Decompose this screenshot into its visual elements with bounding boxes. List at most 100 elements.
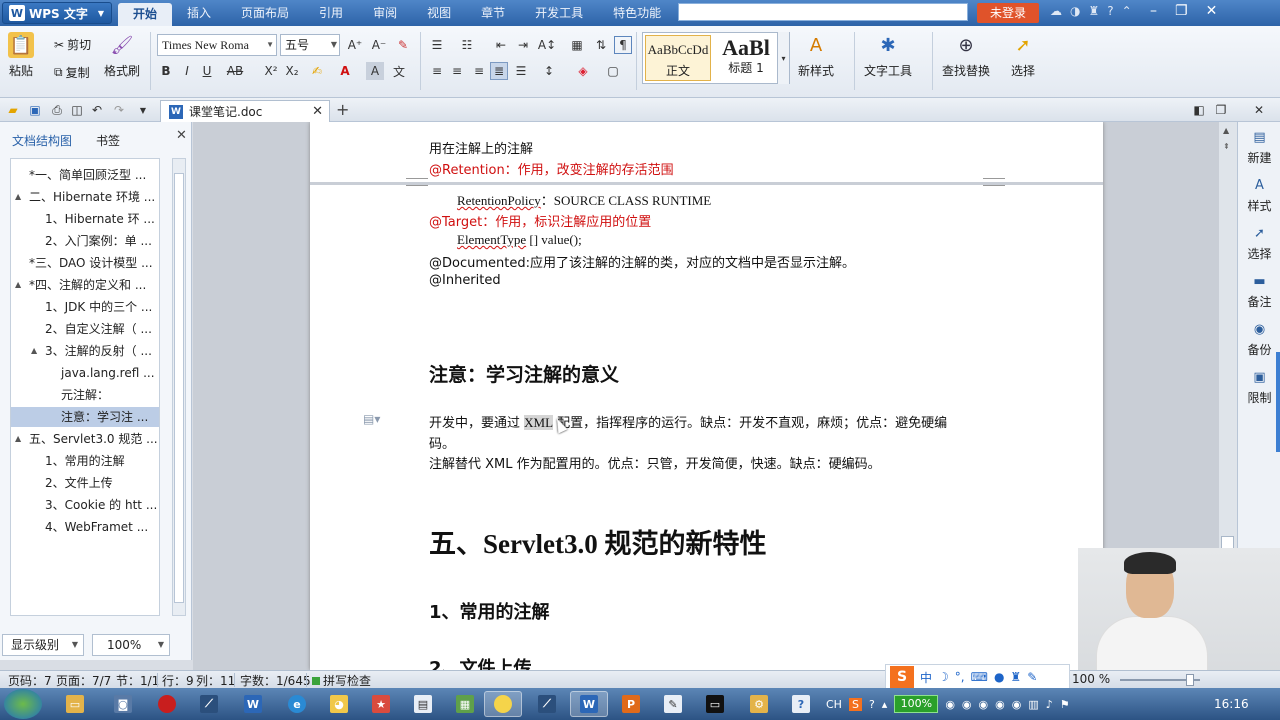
- taskbar-app-17[interactable]: ⚙: [740, 691, 778, 717]
- task-restrict[interactable]: ▣ 限制: [1238, 370, 1280, 406]
- taskbar-explorer[interactable]: ▭: [56, 691, 94, 717]
- nav-item[interactable]: 1、Hibernate 环 ...: [11, 209, 159, 229]
- phonetic-icon[interactable]: 文: [390, 62, 408, 80]
- ime-mode[interactable]: 中: [920, 669, 932, 686]
- copy-button[interactable]: ⧉ 复制: [54, 64, 90, 81]
- taskbar-app-12[interactable]: ⟋: [528, 691, 566, 717]
- task-select[interactable]: ➚ 选择: [1238, 226, 1280, 262]
- punctuation-icon[interactable]: °,: [955, 670, 965, 684]
- cut-button[interactable]: ✂ 剪切: [54, 36, 91, 53]
- close-doc-icon[interactable]: ✕: [1250, 101, 1268, 119]
- nav-item[interactable]: java.lang.refl ...: [11, 363, 159, 383]
- taskbar-app-9[interactable]: ▤: [404, 691, 442, 717]
- nav-item[interactable]: 1、常用的注解: [11, 451, 159, 471]
- cloud-icon[interactable]: ☁: [1050, 4, 1062, 18]
- sogou-logo-icon[interactable]: S: [890, 666, 914, 688]
- strikethrough-icon[interactable]: AB: [226, 62, 244, 80]
- taskbar-app-3[interactable]: [148, 691, 186, 717]
- language-indicator[interactable]: CH: [826, 698, 842, 711]
- grow-font-icon[interactable]: A⁺: [346, 36, 364, 54]
- restore-icon[interactable]: ❐: [1175, 3, 1188, 19]
- battery-indicator[interactable]: 100%: [894, 695, 939, 713]
- nav-item[interactable]: 2、文件上传: [11, 473, 159, 493]
- menu-insert[interactable]: 插入: [172, 0, 226, 26]
- justify-icon[interactable]: ≣: [490, 62, 508, 80]
- scrollbar-thumb[interactable]: [174, 173, 184, 603]
- nav-item[interactable]: ▲ *四、注解的定义和 ...: [11, 275, 159, 295]
- tile-doc-icon[interactable]: ❐: [1212, 101, 1230, 119]
- wrench-icon[interactable]: ✎: [1027, 670, 1037, 684]
- nav-item[interactable]: *一、简单回顾泛型 ...: [11, 165, 159, 185]
- align-right-icon[interactable]: ≡: [470, 62, 488, 80]
- status-words[interactable]: 字数：1/645: [240, 672, 311, 689]
- taskbar-word[interactable]: W: [234, 691, 272, 717]
- undo-icon[interactable]: ↶: [88, 101, 106, 119]
- numbered-list-icon[interactable]: ☷: [458, 36, 476, 54]
- taskbar-app-11[interactable]: [484, 691, 522, 717]
- network-icon[interactable]: ▥: [1028, 698, 1038, 711]
- scroll-up-icon[interactable]: ▲: [1223, 126, 1229, 135]
- customize-toolbar-icon[interactable]: ▼: [134, 101, 152, 119]
- login-button[interactable]: 未登录: [977, 3, 1039, 23]
- command-search-input[interactable]: [678, 3, 968, 21]
- taskbar-app-2[interactable]: ◙: [104, 691, 142, 717]
- menu-references[interactable]: 引用: [304, 0, 358, 26]
- shirt-icon[interactable]: ♜: [1088, 4, 1099, 18]
- tray-app-icon[interactable]: ◉: [1012, 698, 1022, 711]
- restore-doc-icon[interactable]: ◧: [1190, 101, 1208, 119]
- sogou-tray-icon[interactable]: S: [848, 697, 862, 711]
- close-panel-icon[interactable]: ✕: [176, 128, 187, 143]
- menu-home[interactable]: 开始: [118, 3, 173, 26]
- new-style-button[interactable]: A 新样式: [798, 32, 834, 79]
- start-button[interactable]: [4, 689, 42, 719]
- nav-item[interactable]: ▲ 二、Hibernate 环境 ...: [11, 187, 159, 207]
- menu-view[interactable]: 视图: [412, 0, 466, 26]
- task-notes[interactable]: ▬ 备注: [1238, 274, 1280, 310]
- minimize-icon[interactable]: –: [1150, 3, 1157, 19]
- align-left-icon[interactable]: ≡: [428, 62, 446, 80]
- close-tab-icon[interactable]: ✕: [312, 104, 323, 119]
- print-icon[interactable]: ⎙: [48, 101, 66, 119]
- nav-item[interactable]: 1、JDK 中的三个 ...: [11, 297, 159, 317]
- tray-app-icon[interactable]: ◉: [995, 698, 1005, 711]
- superscript-icon[interactable]: X²: [262, 62, 280, 80]
- help-icon[interactable]: ?: [1107, 4, 1113, 18]
- menu-developer[interactable]: 开发工具: [520, 0, 598, 26]
- task-styles[interactable]: A 样式: [1238, 178, 1280, 214]
- style-gallery-scroll-icon[interactable]: ▾: [777, 32, 789, 84]
- nav-item[interactable]: *三、DAO 设计模型 ...: [11, 253, 159, 273]
- spell-check-button[interactable]: 拼写检查: [312, 672, 371, 689]
- task-backup[interactable]: ◉ 备份: [1238, 322, 1280, 358]
- find-replace-button[interactable]: ⊕ 查找替换: [942, 32, 990, 79]
- expand-triangle-icon[interactable]: ▲: [31, 341, 37, 361]
- text-direction-icon[interactable]: A↕: [538, 36, 556, 54]
- nav-item[interactable]: 3、Cookie 的 htt ...: [11, 495, 159, 515]
- nav-item[interactable]: 2、自定义注解（ ...: [11, 319, 159, 339]
- zoom-slider-thumb[interactable]: [1186, 674, 1194, 686]
- voice-icon[interactable]: ●: [994, 670, 1004, 684]
- task-new[interactable]: ▤ 新建: [1238, 130, 1280, 166]
- font-name-select[interactable]: Times New Roma ▼: [157, 34, 277, 56]
- expand-triangle-icon[interactable]: ▲: [15, 429, 21, 449]
- select-button[interactable]: ➚ 选择: [1010, 32, 1036, 79]
- tray-app-icon[interactable]: ◉: [979, 698, 989, 711]
- increase-indent-icon[interactable]: ⇥: [514, 36, 532, 54]
- help-tray-icon[interactable]: ?: [869, 698, 875, 711]
- save-icon[interactable]: ▣: [26, 101, 44, 119]
- collapse-ribbon-icon[interactable]: ⌃: [1122, 4, 1132, 18]
- tab-document-map[interactable]: 文档结构图: [12, 132, 72, 149]
- table-icon[interactable]: ▦: [568, 36, 586, 54]
- expand-triangle-icon[interactable]: ▲: [15, 275, 21, 295]
- taskbar-app-10[interactable]: ▦: [446, 691, 484, 717]
- style-heading1[interactable]: AaBl 标题 1: [713, 35, 779, 81]
- redo-icon[interactable]: ↷: [110, 101, 128, 119]
- page-up-icon[interactable]: ⇞: [1223, 142, 1230, 151]
- text-tools-button[interactable]: ✱ 文字工具: [864, 32, 912, 79]
- tray-expand-icon[interactable]: ▴: [882, 698, 888, 711]
- taskbar-help[interactable]: ?: [782, 691, 820, 717]
- tray-app-icon[interactable]: ◉: [945, 698, 955, 711]
- open-folder-icon[interactable]: ▰: [4, 101, 22, 119]
- taskbar-app-7[interactable]: ◕: [320, 691, 358, 717]
- show-level-select[interactable]: 显示级别 ▼: [2, 634, 84, 656]
- taskbar-app-8[interactable]: ★: [362, 691, 400, 717]
